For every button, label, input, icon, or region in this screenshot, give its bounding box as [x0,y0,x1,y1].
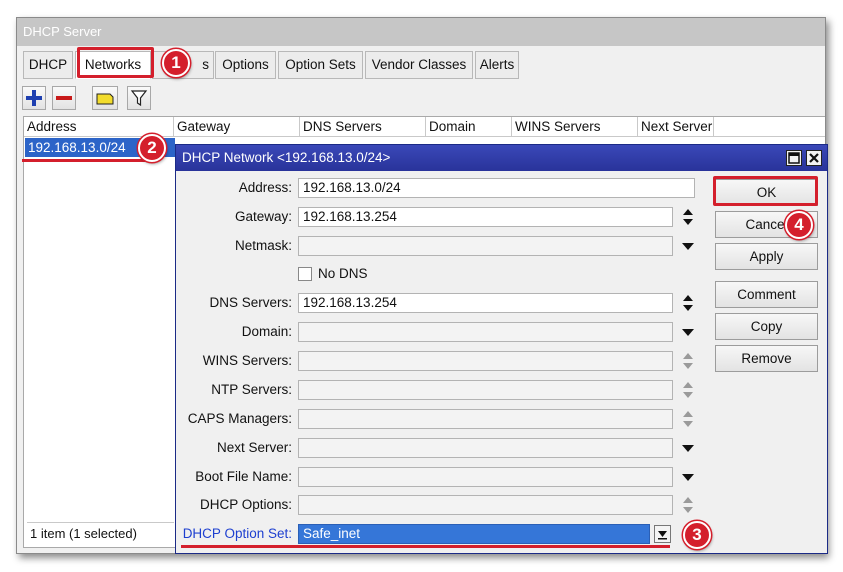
gateway-updown-icon[interactable] [680,207,696,227]
callout-1: 1 [162,49,190,77]
filter-button[interactable] [127,86,151,110]
wins-servers-label: WINS Servers: [202,353,292,368]
column-domain[interactable]: Domain [426,117,512,137]
gateway-field[interactable]: 192.168.13.254 [298,207,673,227]
netmask-dropdown-icon[interactable] [680,236,696,256]
dns-servers-label: DNS Servers: [209,295,292,310]
domain-dropdown-icon[interactable] [680,322,696,342]
column-next-server[interactable]: Next Server [638,117,714,137]
dropdown-arrow-icon [658,531,667,540]
no-dns-checkbox[interactable] [298,267,312,281]
option-set-underline [181,545,670,548]
next-server-label: Next Server: [216,440,292,455]
close-button[interactable] [806,150,822,166]
column-wins-servers[interactable]: WINS Servers [512,117,638,137]
dhcp-options-label: DHCP Options: [199,497,292,512]
netmask-label: Netmask: [234,238,292,253]
next-server-dropdown-icon[interactable] [680,438,696,458]
ntp-servers-label: NTP Servers: [211,382,292,397]
ntp-servers-field[interactable] [298,380,673,400]
caps-updown-icon[interactable] [680,409,696,429]
add-button[interactable] [22,86,46,110]
maximize-icon [788,152,800,164]
boot-file-dropdown-icon[interactable] [680,467,696,487]
networks-tab-highlight [77,47,154,78]
close-icon [809,153,819,163]
address-row-underline [22,159,156,162]
tab-options[interactable]: Options [215,51,276,79]
dialog-title: DHCP Network <192.168.13.0/24> [176,145,827,171]
no-dns-label: No DNS [318,266,368,281]
comment-button[interactable] [92,86,118,110]
dhcp-option-set-dropdown-button[interactable] [654,525,671,543]
callout-4: 4 [785,211,813,239]
netmask-field[interactable] [298,236,673,256]
callout-2: 2 [138,134,166,162]
gateway-label: Gateway: [234,209,292,224]
tab-option-sets[interactable]: Option Sets [278,51,363,79]
column-filler [714,117,825,137]
wins-updown-icon[interactable] [680,351,696,371]
remove-button[interactable] [52,86,76,110]
maximize-button[interactable] [786,150,802,166]
dhcp-option-set-label: DHCP Option Set: [182,526,292,541]
wins-servers-field[interactable] [298,351,673,371]
comment-button[interactable]: Comment [715,281,818,308]
boot-file-name-field[interactable] [298,467,673,487]
copy-button[interactable]: Copy [715,313,818,340]
dhcp-options-field[interactable] [298,495,673,515]
dns-servers-field[interactable]: 192.168.13.254 [298,293,673,313]
dhcp-options-updown-icon[interactable] [680,495,696,515]
ok-button-highlight [713,176,818,206]
filter-icon [130,90,148,107]
ntp-updown-icon[interactable] [680,380,696,400]
status-bar: 1 item (1 selected) [27,522,174,544]
tab-dhcp[interactable]: DHCP [23,51,73,79]
column-gateway[interactable]: Gateway [174,117,300,137]
minus-icon [56,96,72,100]
column-dns-servers[interactable]: DNS Servers [300,117,426,137]
tab-vendor-classes[interactable]: Vendor Classes [365,51,473,79]
apply-button[interactable]: Apply [715,243,818,270]
dns-updown-icon[interactable] [680,293,696,313]
window-title: DHCP Server [17,18,825,46]
domain-label: Domain: [241,324,292,339]
caps-managers-field[interactable] [298,409,673,429]
callout-3: 3 [683,521,711,549]
next-server-field[interactable] [298,438,673,458]
plus-icon [26,90,42,106]
remove-button[interactable]: Remove [715,345,818,372]
caps-managers-label: CAPS Managers: [187,411,292,426]
boot-file-name-label: Boot File Name: [195,469,292,484]
address-field[interactable]: 192.168.13.0/24 [298,178,695,198]
note-icon [96,93,114,105]
address-label: Address: [238,180,292,195]
dhcp-option-set-select[interactable]: Safe_inet [298,524,650,544]
tab-alerts[interactable]: Alerts [475,51,519,79]
domain-field[interactable] [298,322,673,342]
